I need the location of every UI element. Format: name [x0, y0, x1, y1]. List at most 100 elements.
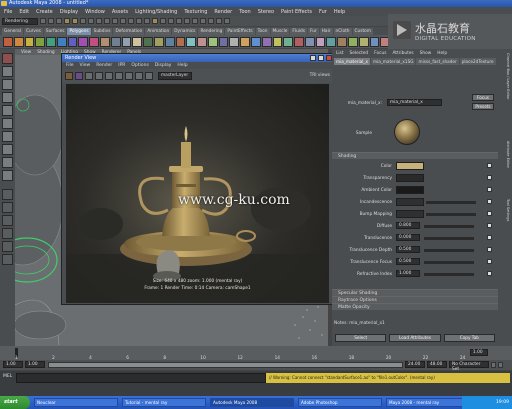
attr-tab-mia-material-x1sg[interactable]: mia_material_x1SG [370, 57, 416, 65]
attr-value-translucence-focus[interactable]: 0.500 [396, 258, 420, 265]
select-by-component-icon[interactable] [80, 18, 86, 24]
mask-deform-icon[interactable] [120, 18, 126, 24]
shelf-tool-icon-2[interactable] [13, 36, 24, 47]
snap-view-plane-icon[interactable] [184, 18, 190, 24]
shelf-tab-curves[interactable]: Curves [23, 27, 43, 35]
mask-handle-icon[interactable] [88, 18, 94, 24]
render-view-menu-help[interactable]: Help [177, 63, 187, 68]
last-tool-icon[interactable] [2, 170, 13, 181]
attr-slider-translucence-focus[interactable] [424, 261, 474, 264]
show-manipulator-icon[interactable] [2, 157, 13, 168]
shelf-tool-icon-33[interactable] [348, 36, 358, 47]
attr-menu-focus[interactable]: Focus [374, 51, 386, 56]
taskbar-task-autodesk-maya-2008[interactable]: Autodesk Maya 2008 [210, 398, 294, 407]
attr-tab-mia-material-x[interactable]: mia_material_x [334, 57, 370, 65]
menu-file[interactable]: File [4, 9, 12, 15]
select-by-object-icon[interactable] [72, 18, 78, 24]
shelf-tool-icon-35[interactable] [369, 36, 380, 47]
remove-image-icon[interactable] [145, 72, 153, 80]
shelf-tool-icon-34[interactable] [358, 36, 369, 47]
shelf-tab-toon[interactable]: Toon [255, 27, 270, 35]
attr-map-button-translucence-depth[interactable] [487, 247, 492, 252]
mask-joint-icon[interactable] [96, 18, 102, 24]
animation-prefs-icon[interactable] [498, 362, 503, 368]
shelf-tool-icon-4[interactable] [35, 36, 46, 47]
ipr-render-icon[interactable] [75, 72, 83, 80]
shelf-tool-icon-5[interactable] [46, 36, 56, 47]
move-tool-icon[interactable] [2, 92, 13, 103]
section-collapsed-0[interactable]: Specular Shading [332, 289, 498, 296]
menu-create[interactable]: Create [36, 9, 53, 15]
shelf-tool-icon-27[interactable] [283, 36, 294, 47]
attr-map-button-translucence-focus[interactable] [487, 259, 492, 264]
menu-toon[interactable]: Toon [239, 9, 251, 15]
render-region-icon[interactable] [85, 72, 93, 80]
shelf-tab-rendering[interactable]: Rendering [198, 27, 225, 35]
shader-name-field[interactable]: mia_material_x [387, 99, 442, 106]
focus-button[interactable]: Focus [472, 94, 494, 101]
range-end-field[interactable]: 24.00 [405, 361, 425, 368]
persp-outliner-layout-icon[interactable] [2, 215, 13, 226]
render-view-menu-options[interactable]: Options [131, 63, 148, 68]
attr-map-button-translucence[interactable] [487, 235, 492, 240]
live-surface-icon[interactable] [192, 18, 198, 24]
alpha-channel-icon[interactable] [115, 72, 123, 80]
attr-map-button-incandescence[interactable] [487, 199, 492, 204]
range-inner-start-field[interactable]: 1.00 [25, 361, 45, 368]
scale-tool-icon[interactable] [2, 118, 13, 129]
taskbar-task-tutorial-mental-ray[interactable]: Tutorial - mental ray [122, 398, 206, 407]
shelf-tool-icon-9[interactable] [89, 36, 100, 47]
attr-slider-translucence[interactable] [424, 237, 474, 240]
shelf-tab-custom[interactable]: Custom [352, 27, 373, 35]
render-view-menu-ipr[interactable]: IPR [118, 63, 125, 68]
shelf-tab-muscle[interactable]: Muscle [270, 27, 290, 35]
attr-value-refractive-index[interactable]: 1.000 [396, 270, 420, 277]
attr-swatch-incandescence[interactable] [396, 198, 424, 206]
attr-menu-help[interactable]: Help [437, 51, 447, 56]
attr-menu-list[interactable]: List [336, 51, 344, 56]
paint-select-tool-icon[interactable] [2, 79, 13, 90]
persp-graph-layout-icon[interactable] [2, 228, 13, 239]
shelf-tab-ncloth[interactable]: nCloth [333, 27, 352, 35]
attr-tab-misss-fast-shader[interactable]: misss_fast_shader [416, 57, 459, 65]
menu-edit[interactable]: Edit [19, 9, 29, 15]
open-scene-icon[interactable] [48, 18, 54, 24]
menu-set-dropdown[interactable]: Rendering [2, 17, 38, 25]
auto-key-icon[interactable] [491, 362, 496, 368]
viewport-menu-shading[interactable]: Shading [37, 50, 54, 55]
shelf-tool-icon-11[interactable] [110, 36, 121, 47]
shelf-tool-icon-12[interactable] [121, 36, 132, 47]
start-button[interactable]: start [0, 396, 30, 409]
shelf-tool-icon-15[interactable] [153, 36, 164, 47]
menu-stereo[interactable]: Stereo [258, 9, 274, 15]
attr-slider-bump-mapping[interactable] [426, 213, 476, 216]
ipr-render-icon[interactable] [216, 18, 222, 24]
attr-map-button-refractive-index[interactable] [487, 271, 492, 276]
hypershade-layout-icon[interactable] [2, 241, 13, 252]
section-collapsed-1[interactable]: Raytrace Options [332, 296, 498, 303]
presets-button[interactable]: Presets [472, 103, 494, 110]
anim-end-field[interactable]: 48.00 [427, 361, 447, 368]
mask-curve-icon[interactable] [104, 18, 110, 24]
shelf-tab-animation[interactable]: Animation [145, 27, 172, 35]
shelf-tab-painteffects[interactable]: PaintEffects [225, 27, 255, 35]
menu-help[interactable]: Help [334, 9, 345, 15]
shelf-tab-fluids[interactable]: Fluids [290, 27, 307, 35]
menu-lighting-shading[interactable]: Lighting/Shading [135, 9, 177, 15]
attr-map-button-diffuse[interactable] [487, 223, 492, 228]
four-view-layout-icon[interactable] [2, 202, 13, 213]
shelf-tab-surfaces[interactable]: Surfaces [43, 27, 67, 35]
attr-swatch-color[interactable] [396, 162, 424, 170]
snap-curve-icon[interactable] [168, 18, 174, 24]
lasso-tool-icon[interactable] [2, 66, 13, 77]
shelf-tool-icon-31[interactable] [326, 36, 337, 47]
render-view-menu-display[interactable]: Display [155, 63, 172, 68]
select-by-hierarchy-icon[interactable] [64, 18, 70, 24]
range-start-field[interactable]: 1.00 [3, 361, 23, 368]
right-tab-tool-settings[interactable]: Tool Settings [500, 199, 510, 221]
shelf-tool-icon-29[interactable] [304, 36, 315, 47]
mask-surface-icon[interactable] [112, 18, 118, 24]
menu-render[interactable]: Render [214, 9, 232, 15]
shelf-tool-icon-26[interactable] [272, 36, 283, 47]
attr-swatch-ambient-color[interactable] [396, 186, 424, 194]
